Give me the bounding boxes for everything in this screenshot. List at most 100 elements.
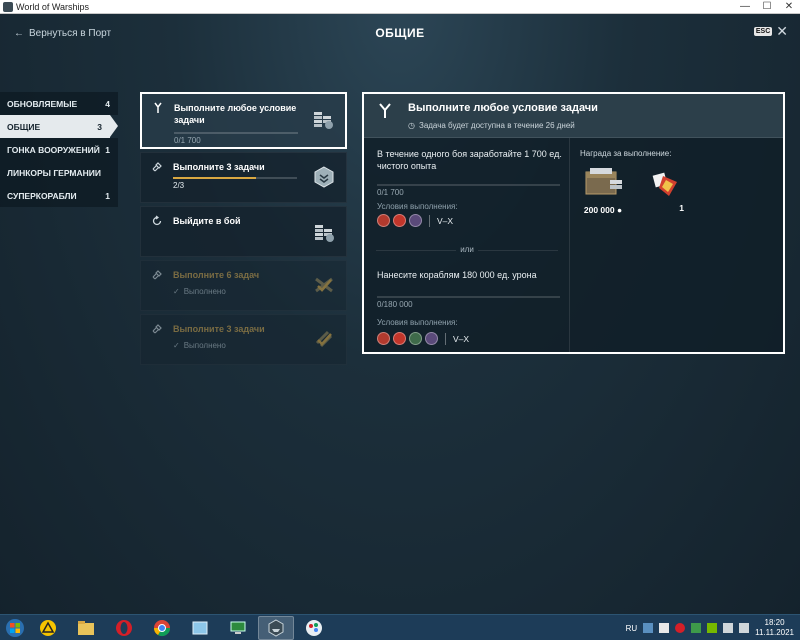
nation-flag-icon xyxy=(393,214,406,227)
task-progress-bar xyxy=(174,132,298,134)
task-card-complete-3[interactable]: Выполните 3 задачи 2/3 xyxy=(140,152,347,203)
condition-2-progress: 0/180 000 xyxy=(377,300,413,309)
checkmark-badge-icon xyxy=(315,277,333,293)
taskbar-chrome[interactable] xyxy=(144,616,180,640)
tier-range: V–X xyxy=(437,215,454,226)
taskbar-world-of-warships[interactable] xyxy=(258,615,294,640)
refresh-icon xyxy=(152,215,162,226)
availability-text: Задача будет доступна в течение 26 дней xyxy=(418,121,575,130)
category-label: ОБЩИЕ xyxy=(7,121,41,132)
task-done-status: ✓ Выполнено xyxy=(173,287,226,296)
conditions-column: В течение одного боя заработайте 1 700 е… xyxy=(364,138,570,352)
or-divider: или xyxy=(364,245,570,254)
task-card-enter-battle[interactable]: Выйдите в бой xyxy=(140,206,347,257)
category-label: ГОНКА ВООРУЖЕНИЙ xyxy=(7,144,100,155)
credits-crate-icon xyxy=(585,168,622,195)
category-item-updatable[interactable]: ОБНОВЛЯЕМЫЕ 4 xyxy=(0,92,118,115)
category-count: 1 xyxy=(105,190,110,201)
taskbar-opera[interactable] xyxy=(106,616,142,640)
warships-icon xyxy=(268,618,284,637)
page-title: ОБЩИЕ xyxy=(375,26,425,40)
checkmark-icon: ✓ xyxy=(173,287,180,296)
checkmark-icon: ✓ xyxy=(173,341,180,350)
task-card-complete-6[interactable]: Выполните 6 задач ✓ Выполнено xyxy=(140,260,347,311)
reward-amount: 1 xyxy=(679,203,684,213)
task-progress-text: 0/1 700 xyxy=(174,136,201,145)
taskbar-app-8[interactable] xyxy=(296,616,332,640)
tier-range: V–X xyxy=(453,333,470,344)
done-label: Выполнено xyxy=(183,341,226,350)
condition-1-progress-bar xyxy=(377,184,560,186)
tray-icon[interactable] xyxy=(675,623,686,633)
clock[interactable]: 18:20 11.11.2021 xyxy=(755,618,794,638)
category-item-arms-race[interactable]: ГОНКА ВООРУЖЕНИЙ 1 xyxy=(0,138,118,161)
nation-flag-icon xyxy=(409,214,422,227)
commander-badge-icon xyxy=(314,166,334,188)
category-item-general[interactable]: ОБЩИЕ 3 xyxy=(0,115,118,138)
task-card-any-condition[interactable]: Выполните любое условие задачи 0/1 700 xyxy=(140,92,347,149)
task-progress-bar xyxy=(173,177,297,179)
nation-flag-icon xyxy=(377,332,390,345)
chain-link-icon xyxy=(152,162,162,172)
task-title: Выполните 6 задач xyxy=(173,270,260,280)
category-label: ЛИНКОРЫ ГЕРМАНИИ xyxy=(7,167,101,178)
rewards-column: Награда за выполнение: 200 000 ● 1 xyxy=(570,138,783,352)
volume-icon[interactable] xyxy=(739,623,750,633)
done-label: Выполнено xyxy=(183,287,226,296)
task-detail-panel: Выполните любое условие задачи ◷ Задача … xyxy=(362,92,785,354)
taskbar-app-1[interactable] xyxy=(30,616,66,640)
taskbar-app-5[interactable] xyxy=(182,616,218,640)
category-label: ОБНОВЛЯЕМЫЕ xyxy=(7,98,78,109)
category-item-german-battleships[interactable]: ЛИНКОРЫ ГЕРМАНИИ xyxy=(0,161,118,184)
language-indicator[interactable]: RU xyxy=(626,624,638,633)
monitor-icon xyxy=(230,621,246,634)
task-title: Выполните 3 задачи xyxy=(173,324,265,334)
checkmark-badge-icon xyxy=(315,330,333,348)
close-screen-button[interactable]: ESC ✕ xyxy=(753,24,788,38)
credit-coin-icon: ● xyxy=(616,205,623,215)
os-taskbar: RU 18:20 11.11.2021 xyxy=(0,614,800,640)
maximize-button[interactable]: ☐ xyxy=(756,0,778,14)
signal-flag-icon xyxy=(652,172,677,196)
start-button[interactable] xyxy=(0,615,30,640)
condition-1-text: В течение одного боя заработайте 1 700 е… xyxy=(377,149,562,171)
nation-flag-icon xyxy=(377,214,390,227)
task-progress-text: 2/3 xyxy=(173,181,185,190)
nvidia-icon[interactable] xyxy=(707,623,718,633)
category-item-superships[interactable]: СУПЕРКОРАБЛИ 1 xyxy=(0,184,118,207)
folder-icon xyxy=(78,620,94,635)
task-done-status: ✓ Выполнено xyxy=(173,341,226,350)
category-list: ОБНОВЛЯЕМЫЕ 4 ОБЩИЕ 3 ГОНКА ВООРУЖЕНИЙ 1… xyxy=(0,92,118,207)
esc-key-badge: ESC xyxy=(753,26,773,36)
opera-icon xyxy=(116,619,132,636)
category-count: 1 xyxy=(105,144,110,155)
detail-body: В течение одного боя заработайте 1 700 е… xyxy=(364,138,783,352)
taskbar-app-6[interactable] xyxy=(220,616,256,640)
taskbar-explorer[interactable] xyxy=(68,616,104,640)
nation-flag-icon xyxy=(425,332,438,345)
tray-icon[interactable] xyxy=(659,623,670,633)
minimize-button[interactable]: — xyxy=(734,0,756,14)
clock-date: 11.11.2021 xyxy=(755,628,794,637)
reward-credits: 200 000 ● xyxy=(578,166,628,215)
detail-title: Выполните любое условие задачи xyxy=(408,102,598,114)
app-triangle-icon xyxy=(40,619,56,636)
window-icon xyxy=(192,621,208,634)
network-icon[interactable] xyxy=(723,623,734,633)
task-card-complete-3-done[interactable]: Выполните 3 задачи ✓ Выполнено xyxy=(140,314,347,365)
reward-signal: 1 xyxy=(648,168,684,213)
app-icon xyxy=(3,1,13,12)
system-tray: RU 18:20 11.11.2021 xyxy=(626,615,800,640)
nation-flag-icon xyxy=(393,332,406,345)
branch-icon xyxy=(154,102,162,113)
chain-link-icon xyxy=(152,270,162,280)
chain-link-icon xyxy=(152,324,162,334)
close-window-button[interactable]: ✕ xyxy=(778,0,800,14)
tray-icon[interactable] xyxy=(691,623,702,633)
clock-icon: ◷ xyxy=(408,121,415,130)
os-title-bar: World of Warships — ☐ ✕ xyxy=(0,0,800,14)
game-header: ← Вернуться в Порт ОБЩИЕ ESC ✕ xyxy=(0,14,800,54)
tray-icon[interactable] xyxy=(643,623,654,633)
window-controls: — ☐ ✕ xyxy=(734,0,800,14)
divider xyxy=(429,214,430,227)
